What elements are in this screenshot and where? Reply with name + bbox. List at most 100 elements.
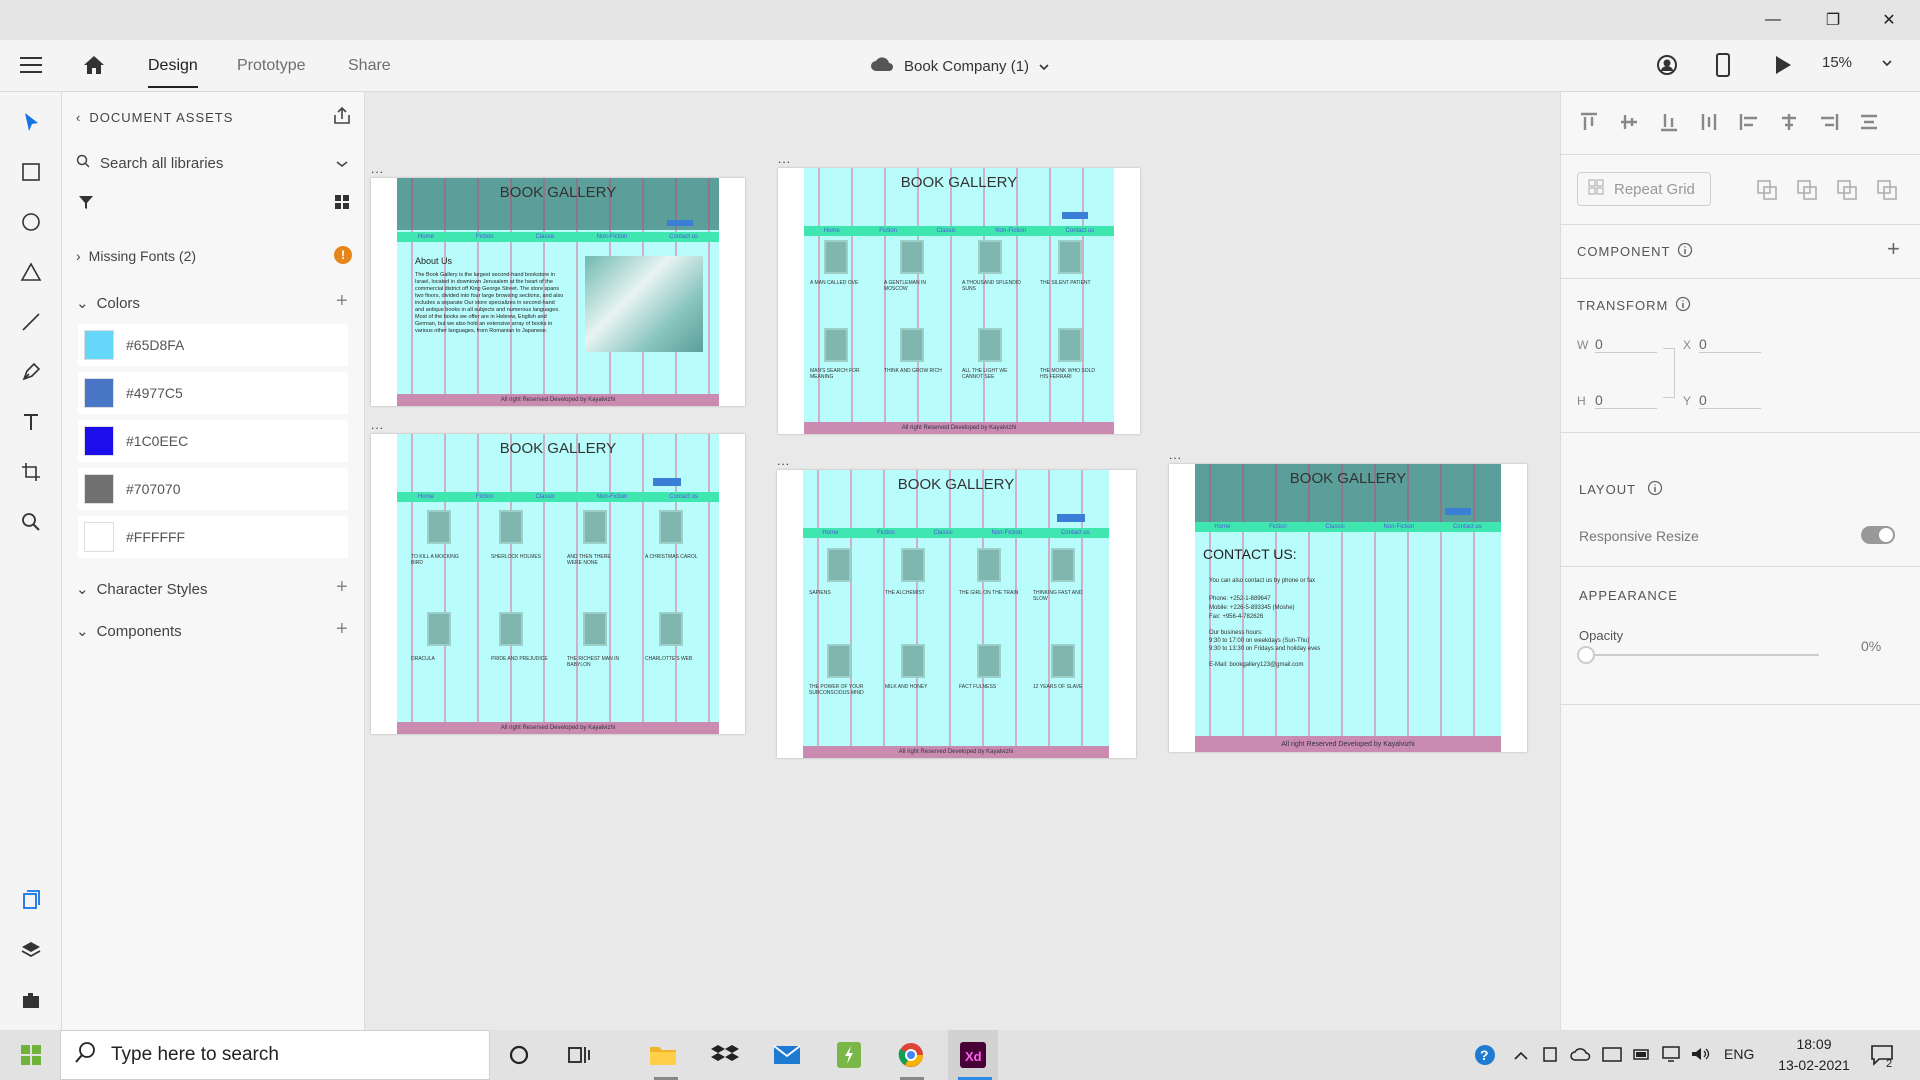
artboard-label[interactable]: ... [777,454,790,468]
chevron-up-icon[interactable] [1514,1048,1528,1066]
shopify-icon[interactable] [824,1030,874,1080]
document-title[interactable]: Book Company (1) [870,56,1049,76]
onedrive-icon[interactable] [1570,1047,1592,1066]
color-swatch-row[interactable]: #1C0EEC [78,420,348,462]
info-icon[interactable] [1647,480,1663,501]
artboard-tool-icon[interactable] [15,456,47,488]
artboard-about[interactable]: BOOK GALLERY Home Fiction Classic Non-Ficti… [371,178,745,406]
text-tool-icon[interactable] [15,406,47,438]
add-component-button[interactable]: + [1887,236,1900,262]
tab-design[interactable]: Design [148,40,198,92]
maximize-button[interactable]: ❐ [1810,0,1856,40]
taskbar-search[interactable]: Type here to search [60,1030,490,1080]
assets-panel-icon[interactable] [15,884,47,916]
distribute-vertical-icon[interactable] [1699,112,1719,137]
repeat-grid-button[interactable]: Repeat Grid [1577,172,1711,206]
dropbox-icon[interactable] [700,1030,750,1080]
polygon-tool-icon[interactable] [15,256,47,288]
info-icon[interactable] [1677,242,1693,263]
plugins-panel-icon[interactable] [15,984,47,1016]
artboard-label[interactable]: ... [1169,448,1182,462]
artboard-label[interactable]: ... [778,152,791,166]
boolean-intersect-icon[interactable] [1837,180,1857,205]
zoom-tool-icon[interactable] [15,506,47,538]
responsive-resize-toggle[interactable] [1861,526,1895,544]
add-character-style-button[interactable]: + [336,576,348,599]
artboard-classic[interactable]: BOOK GALLERY Home Fiction Classic Non-Ficti… [371,434,745,734]
artboard-nonfiction[interactable]: BOOK GALLERY Home Fiction Classic Non-Ficti… [777,470,1136,758]
task-view-icon[interactable] [554,1030,604,1080]
chevron-down-icon[interactable] [336,155,348,172]
hamburger-menu-icon[interactable] [20,56,42,79]
device-preview-icon[interactable] [1716,53,1730,82]
zoom-select[interactable]: 15% [1822,54,1892,71]
tray-app-icon[interactable] [1602,1045,1622,1068]
tray-device-icon[interactable] [1542,1045,1558,1068]
file-explorer-icon[interactable] [638,1030,688,1080]
rectangle-tool-icon[interactable] [15,156,47,188]
add-color-button[interactable]: + [336,290,348,313]
home-icon[interactable] [82,54,106,81]
info-icon[interactable] [1675,296,1691,317]
opacity-slider[interactable] [1581,654,1819,656]
assets-back-link[interactable]: ‹ DOCUMENT ASSETS [76,110,233,125]
height-input[interactable]: 0 [1595,392,1657,409]
minimize-button[interactable]: — [1750,0,1796,40]
windows-start-icon[interactable] [6,1030,56,1080]
lock-aspect-icon[interactable] [1663,348,1675,398]
clock-date[interactable]: 13-02-2021 [1774,1057,1854,1073]
mail-icon[interactable] [762,1030,812,1080]
align-center-icon[interactable] [1779,112,1799,137]
artboard-contact[interactable]: BOOK GALLERY Home Fiction Classic Non-Ficti… [1169,464,1527,752]
color-swatch-row[interactable]: #FFFFFF [78,516,348,558]
x-input[interactable]: 0 [1699,336,1761,353]
search-input[interactable]: Type here to search [111,1044,279,1066]
play-icon[interactable] [1774,55,1792,80]
help-icon[interactable]: ? [1474,1044,1496,1071]
align-middle-icon[interactable] [1619,112,1639,137]
artboard-label[interactable]: ... [371,418,384,432]
line-tool-icon[interactable] [15,306,47,338]
distribute-horizontal-icon[interactable] [1859,112,1879,137]
colors-section-header[interactable]: ⌄ Colors [76,294,140,313]
character-styles-section[interactable]: ⌄ Character Styles [76,580,207,599]
design-canvas[interactable]: ... BOOK GALLERY Home Fiction Classic Non-F… [365,92,1560,1030]
y-input[interactable]: 0 [1699,392,1761,409]
color-swatch-row[interactable]: #65D8FA [78,324,348,366]
filter-icon[interactable] [78,194,94,215]
chrome-icon[interactable] [886,1030,936,1080]
tab-prototype[interactable]: Prototype [237,40,305,92]
battery-icon[interactable] [1632,1045,1652,1068]
search-input[interactable]: Search all libraries [100,155,223,172]
volume-icon[interactable] [1690,1045,1712,1068]
boolean-exclude-icon[interactable] [1877,180,1897,205]
color-swatch-row[interactable]: #4977C5 [78,372,348,414]
align-left-icon[interactable] [1739,112,1759,137]
clock-time[interactable]: 18:09 [1788,1036,1840,1052]
align-top-icon[interactable] [1579,112,1599,137]
cortana-icon[interactable] [494,1030,544,1080]
artboard-label[interactable]: ... [371,162,384,176]
layers-panel-icon[interactable] [15,934,47,966]
adobe-xd-icon[interactable]: Xd [948,1030,998,1080]
user-icon[interactable] [1656,54,1678,81]
opacity-slider-thumb[interactable] [1577,646,1595,664]
grid-view-icon[interactable] [334,194,350,215]
color-swatch-row[interactable]: #707070 [78,468,348,510]
ellipse-tool-icon[interactable] [15,206,47,238]
boolean-add-icon[interactable] [1757,180,1777,205]
network-icon[interactable] [1660,1045,1682,1068]
align-right-icon[interactable] [1819,112,1839,137]
opacity-input[interactable]: 0% [1861,638,1881,654]
missing-fonts-section[interactable]: › Missing Fonts (2) [76,248,196,264]
add-component-button[interactable]: + [336,618,348,641]
library-search[interactable]: Search all libraries [76,148,348,178]
width-input[interactable]: 0 [1595,336,1657,353]
close-button[interactable]: ✕ [1866,0,1912,40]
select-tool-icon[interactable] [15,106,47,138]
export-share-icon[interactable] [332,106,352,131]
align-bottom-icon[interactable] [1659,112,1679,137]
artboard-fiction[interactable]: BOOK GALLERY Home Fiction Classic Non-Ficti… [778,168,1140,434]
language-indicator[interactable]: ENG [1724,1046,1754,1062]
pen-tool-icon[interactable] [15,356,47,388]
